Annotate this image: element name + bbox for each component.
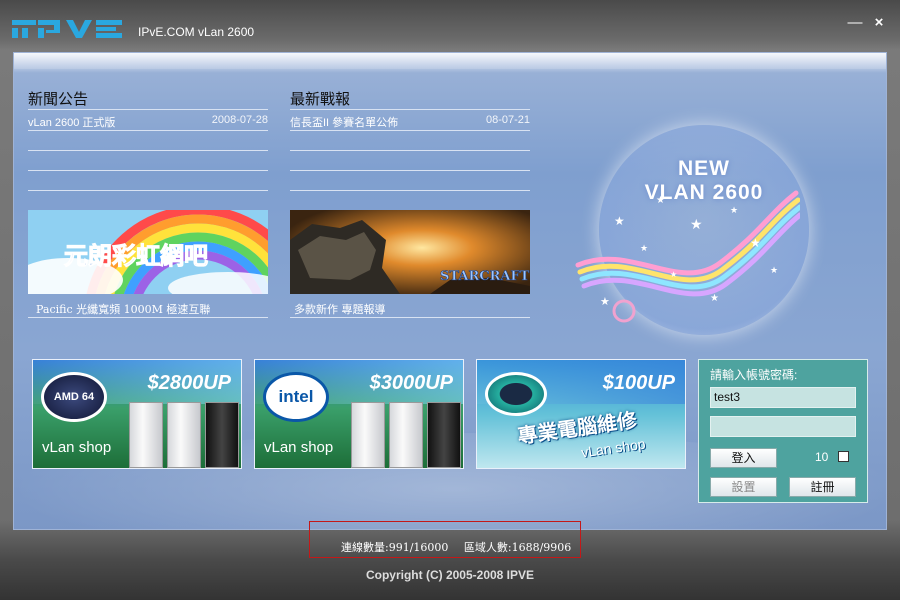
- svg-text:★: ★: [600, 296, 610, 308]
- connection-count: 連線數量:991/16000: [341, 541, 449, 554]
- battle-item-title: 信長盃II 參賽名單公佈: [290, 117, 399, 129]
- amd-pc-banner[interactable]: AMD 64 $2800UP vLan shop: [32, 359, 242, 469]
- battle-divider: [290, 170, 530, 171]
- password-field[interactable]: [710, 416, 856, 437]
- news-title: 新聞公告: [28, 90, 89, 108]
- rainbow-cafe-image: 元朗彩虹網吧: [28, 210, 268, 294]
- app-title: IPvE.COM vLan 2600: [138, 25, 255, 39]
- svg-text:★: ★: [750, 236, 761, 250]
- banner-shop-label: vLan shop: [42, 439, 112, 456]
- news-item[interactable]: vLan 2600 正式版 2008-07-28: [28, 111, 268, 129]
- banner-shop-label: vLan shop: [264, 439, 334, 456]
- caption-divider: [290, 317, 530, 318]
- intel-pc-banner[interactable]: intel $3000UP vLan shop: [254, 359, 464, 469]
- cooling-fan-icon: [485, 372, 547, 416]
- svg-text:★: ★: [710, 293, 719, 304]
- desktop-pc-icon: [427, 402, 461, 468]
- banner-price: $100UP: [602, 372, 675, 394]
- svg-text:★: ★: [670, 270, 677, 279]
- rainbow-cafe-caption: Pacific 光纖寬頻 1000M 極速互聯: [36, 303, 211, 316]
- battle-title: 最新戰報: [290, 90, 351, 108]
- news-divider: [28, 130, 268, 131]
- news-item-date: 2008-07-28: [211, 114, 268, 126]
- starcraft-logo-text: STARCRAFT: [440, 269, 530, 284]
- title-bar[interactable]: IPvE.COM vLan 2600 — ×: [0, 0, 900, 50]
- svg-text:★: ★: [690, 216, 703, 232]
- desktop-pc-icon: [389, 402, 423, 468]
- battle-divider: [290, 109, 530, 110]
- desktop-pc-icon: [351, 402, 385, 468]
- main-panel: 新聞公告 vLan 2600 正式版 2008-07-28 最新戰報 信長盃II…: [13, 52, 887, 530]
- register-button[interactable]: 註冊: [789, 477, 856, 497]
- battle-divider: [290, 150, 530, 151]
- ipve-logo: [12, 20, 122, 38]
- svg-text:★: ★: [640, 243, 648, 253]
- desktop-pc-icon: [129, 402, 163, 468]
- intel-badge-icon: intel: [263, 372, 329, 422]
- news-divider: [28, 109, 268, 110]
- battle-item-date: 08-07-21: [485, 114, 530, 126]
- rainbow-cafe-logo-text: 元朗彩虹網吧: [64, 242, 208, 270]
- starcraft-caption: 多款新作 專題報導: [294, 303, 386, 316]
- rainbow-swoosh-graphic: ★ ★ ★ ★ ★ ★ ★ ★ ★ ★: [575, 190, 800, 323]
- rainbow-cafe-ad[interactable]: 元朗彩虹網吧: [28, 210, 268, 294]
- news-item-title: vLan 2600 正式版: [28, 117, 116, 129]
- intel-badge-text: intel: [278, 387, 314, 406]
- pc-repair-banner[interactable]: $100UP 專業電腦維修 vLan shop: [476, 359, 686, 469]
- starcraft-image: STARCRAFT: [290, 210, 530, 294]
- banner-price: $3000UP: [369, 372, 453, 394]
- desktop-pc-icon: [167, 402, 201, 468]
- panel-gloss: [14, 53, 886, 69]
- connection-status-box: 連線數量:991/16000 區域人數:1688/9906: [309, 521, 581, 558]
- close-button[interactable]: ×: [870, 14, 888, 32]
- news-divider: [28, 190, 268, 191]
- copyright-text: Copyright (C) 2005-2008 IPVE: [365, 568, 535, 582]
- settings-button[interactable]: 設置: [710, 477, 777, 497]
- login-panel: 請輸入帳號密碼: test3 登入 10 設置 註冊: [698, 359, 868, 503]
- svg-text:★: ★: [614, 214, 625, 228]
- username-field[interactable]: test3: [710, 387, 856, 408]
- amd64-badge-icon: AMD 64: [41, 372, 107, 422]
- area-user-count: 區域人數:1688/9906: [463, 541, 572, 554]
- news-divider: [28, 150, 268, 151]
- battle-divider: [290, 190, 530, 191]
- login-prompt: 請輸入帳號密碼:: [710, 368, 798, 382]
- battle-divider: [290, 130, 530, 131]
- login-count: 10: [815, 450, 829, 464]
- starcraft-feature[interactable]: STARCRAFT: [290, 210, 530, 294]
- login-button[interactable]: 登入: [710, 448, 777, 468]
- svg-text:★: ★: [656, 195, 665, 206]
- battle-item[interactable]: 信長盃II 參賽名單公佈 08-07-21: [290, 111, 530, 129]
- amd64-badge-text: AMD 64: [53, 391, 95, 403]
- minimize-button[interactable]: —: [846, 14, 864, 32]
- launcher-window: IPvE.COM vLan 2600 — × 新聞公告 vLan 2600 正式…: [0, 0, 900, 600]
- svg-text:★: ★: [770, 265, 778, 275]
- banner-price: $2800UP: [147, 372, 231, 394]
- desktop-pc-icon: [205, 402, 239, 468]
- caption-divider: [28, 317, 268, 318]
- svg-text:★: ★: [730, 205, 738, 215]
- news-divider: [28, 170, 268, 171]
- remember-checkbox[interactable]: [838, 451, 849, 462]
